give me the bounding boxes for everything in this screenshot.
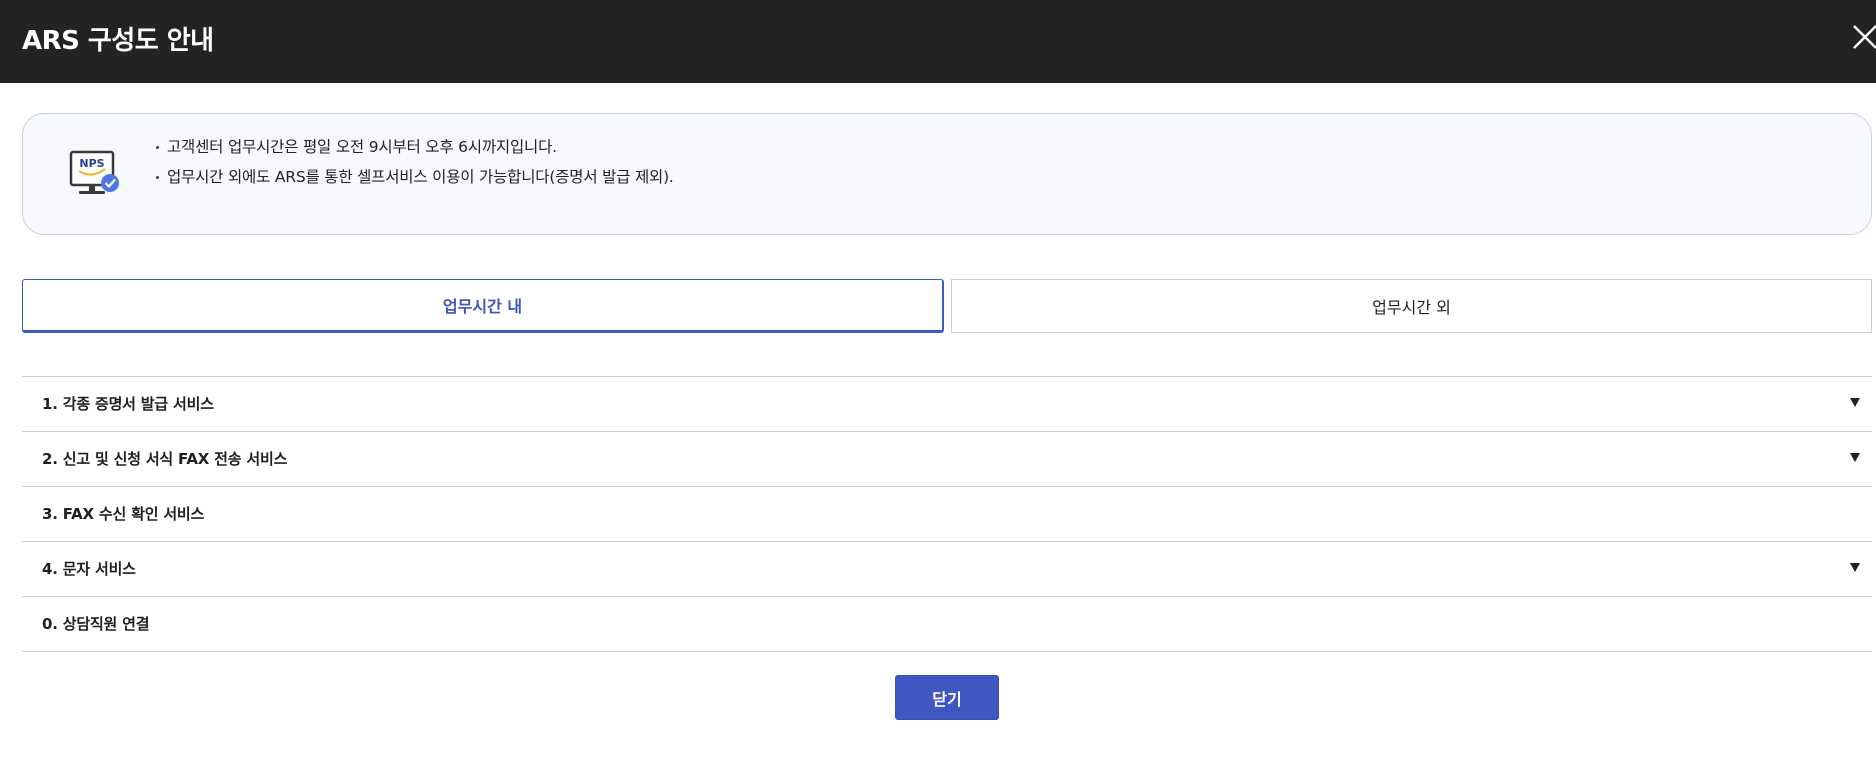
menu-item-label: 1. 각종 증명서 발급 서비스 (42, 395, 214, 413)
nps-monitor-check-icon: NPS (67, 148, 123, 200)
menu-item-fax-confirm[interactable]: 3. FAX 수신 확인 서비스 (22, 487, 1872, 542)
chevron-down-icon[interactable] (1850, 563, 1860, 572)
tab-business-hours[interactable]: 업무시간 내 (22, 279, 944, 333)
menu-item-fax-send[interactable]: 2. 신고 및 신청 서식 FAX 전송 서비스 (22, 432, 1872, 487)
menu-item-label: 4. 문자 서비스 (42, 560, 136, 578)
tab-after-hours[interactable]: 업무시간 외 (951, 279, 1872, 333)
dialog-header: ARS 구성도 안내 (0, 0, 1876, 83)
notice-box: NPS 고객센터 업무시간은 평일 오전 9시부터 오후 6시까지입니다. 업무… (22, 113, 1872, 235)
chevron-down-icon[interactable] (1850, 453, 1860, 462)
menu-item-label: 0. 상담직원 연결 (42, 615, 150, 633)
menu-item-sms[interactable]: 4. 문자 서비스 (22, 542, 1872, 597)
menu-item-label: 3. FAX 수신 확인 서비스 (42, 505, 205, 523)
close-icon[interactable] (1848, 20, 1876, 60)
menu-item-agent[interactable]: 0. 상담직원 연결 (22, 597, 1872, 652)
dialog-title: ARS 구성도 안내 (22, 26, 214, 56)
notice-line-hours: 고객센터 업무시간은 평일 오전 9시부터 오후 6시까지입니다. (153, 132, 674, 162)
svg-text:NPS: NPS (79, 157, 104, 170)
menu-item-certificate[interactable]: 1. 각종 증명서 발급 서비스 (22, 377, 1872, 432)
chevron-down-icon[interactable] (1850, 398, 1860, 407)
close-button[interactable]: 닫기 (895, 675, 999, 720)
notice-lines: 고객센터 업무시간은 평일 오전 9시부터 오후 6시까지입니다. 업무시간 외… (153, 132, 674, 192)
notice-line-ars: 업무시간 외에도 ARS를 통한 셀프서비스 이용이 가능합니다(증명서 발급 … (153, 162, 674, 192)
time-tabs: 업무시간 내 업무시간 외 (22, 279, 1872, 333)
menu-item-label: 2. 신고 및 신청 서식 FAX 전송 서비스 (42, 450, 288, 468)
ars-menu-list: 1. 각종 증명서 발급 서비스 2. 신고 및 신청 서식 FAX 전송 서비… (22, 376, 1872, 652)
